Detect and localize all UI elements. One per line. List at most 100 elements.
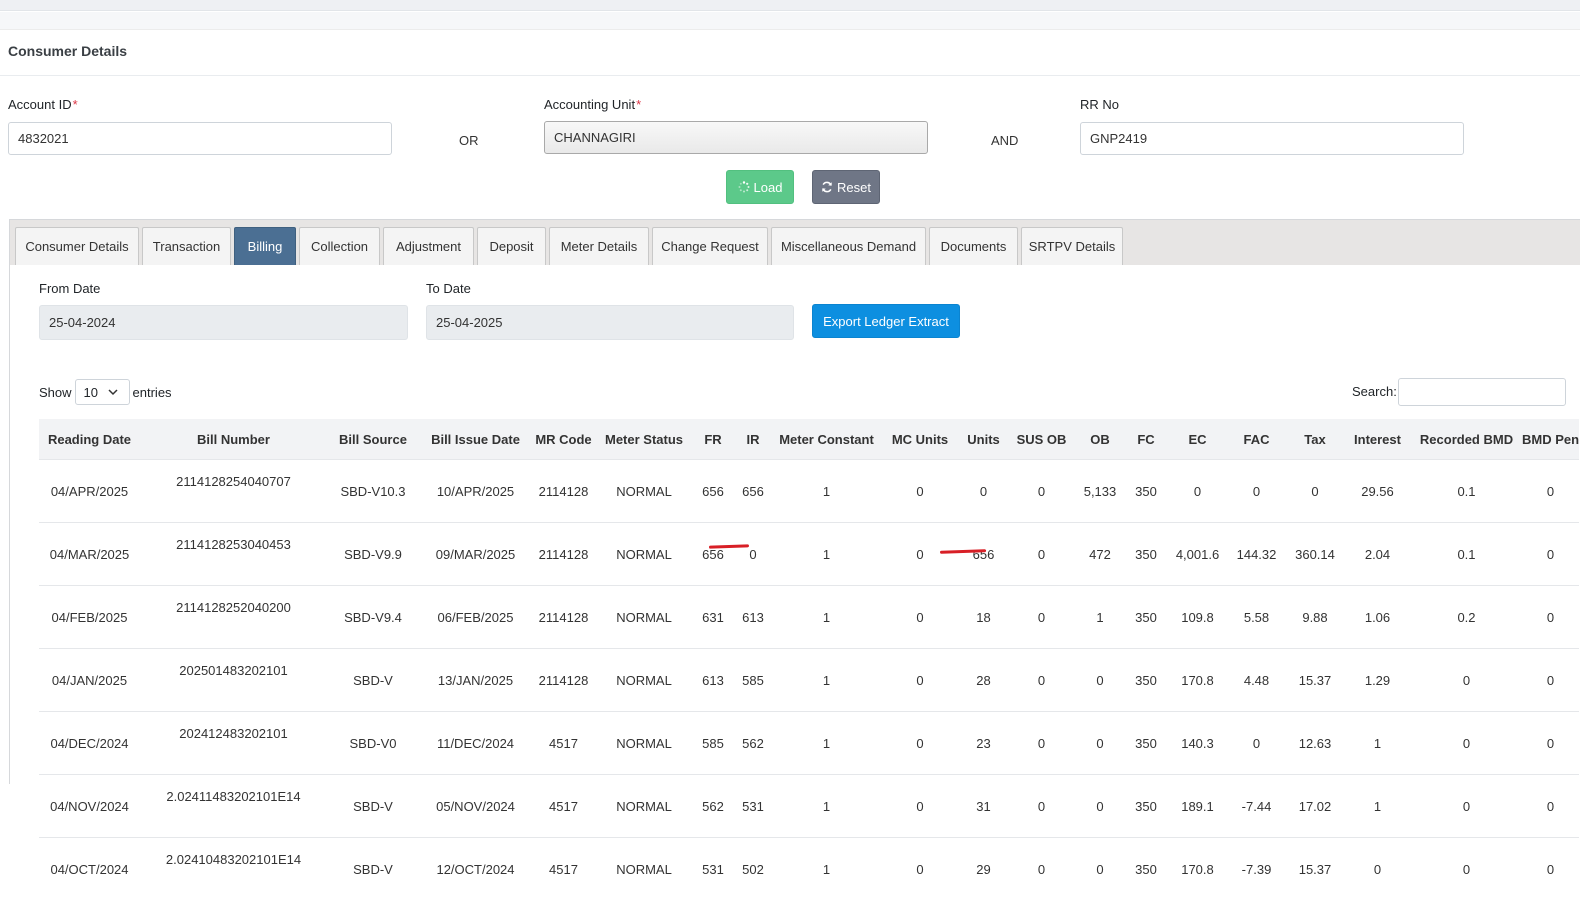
column-header[interactable]: Units [960, 419, 1007, 460]
table-cell: 350 [1124, 649, 1168, 712]
tab-documents[interactable]: Documents [929, 227, 1018, 265]
from-date-input[interactable]: 25-04-2024 [39, 305, 408, 340]
table-cell: 2114128253040453 [140, 523, 327, 586]
account-id-input[interactable]: 4832021 [8, 122, 392, 155]
table-cell: 144.32 [1227, 523, 1286, 586]
column-header[interactable]: EC [1168, 419, 1227, 460]
table-row: 04/FEB/20252114128252040200SBD-V9.406/FE… [39, 586, 1579, 649]
column-header[interactable]: BMD Pen [1522, 419, 1579, 460]
table-cell: 1.06 [1344, 586, 1411, 649]
table-cell: 562 [733, 712, 773, 775]
load-button[interactable]: Load [726, 170, 794, 204]
tab-collection[interactable]: Collection [299, 227, 380, 265]
tab-adjustment[interactable]: Adjustment [383, 227, 474, 265]
table-cell: 502 [733, 838, 773, 900]
table-cell: 109.8 [1168, 586, 1227, 649]
search-input[interactable] [1398, 378, 1566, 406]
column-header[interactable]: Bill Number [140, 419, 327, 460]
rr-no-input[interactable]: GNP2419 [1080, 122, 1464, 155]
to-date-input[interactable]: 25-04-2025 [426, 305, 794, 340]
to-date-label: To Date [426, 281, 471, 296]
reset-button[interactable]: Reset [812, 170, 880, 204]
page-length-select[interactable]: 10 [75, 379, 130, 405]
accounting-unit-select[interactable]: CHANNAGIRI [544, 121, 928, 154]
column-header[interactable]: MC Units [880, 419, 960, 460]
tab-billing[interactable]: Billing [234, 227, 296, 265]
table-cell: 0 [1227, 712, 1286, 775]
spinner-icon [738, 181, 750, 193]
table-cell: 350 [1124, 712, 1168, 775]
column-header[interactable]: Meter Constant [773, 419, 880, 460]
column-header[interactable]: Meter Status [595, 419, 693, 460]
table-row: 04/MAR/20252114128253040453SBD-V9.909/MA… [39, 523, 1579, 586]
tab-srtpv-details[interactable]: SRTPV Details [1021, 227, 1123, 265]
table-cell: 23 [960, 712, 1007, 775]
tab-deposit[interactable]: Deposit [477, 227, 546, 265]
column-header[interactable]: FR [693, 419, 733, 460]
table-cell: 15.37 [1286, 838, 1344, 900]
table-cell: 13/JAN/2025 [419, 649, 532, 712]
table-cell: 4517 [532, 838, 595, 900]
table-cell: 18 [960, 586, 1007, 649]
table-cell: 531 [693, 838, 733, 900]
table-cell: 0 [960, 460, 1007, 523]
table-cell: 0 [1522, 460, 1579, 523]
table-cell: 2.02410483202101E14 [140, 838, 327, 900]
table-cell: 1 [773, 586, 880, 649]
table-cell: 0.2 [1411, 586, 1522, 649]
table-cell: 0 [880, 838, 960, 900]
table-cell: SBD-V9.9 [327, 523, 419, 586]
column-header[interactable]: Reading Date [39, 419, 140, 460]
column-header[interactable]: Recorded BMD [1411, 419, 1522, 460]
table-cell: 1 [773, 712, 880, 775]
table-cell: 0 [1076, 649, 1124, 712]
table-cell: 0 [1522, 649, 1579, 712]
table-cell: 29.56 [1344, 460, 1411, 523]
export-ledger-button[interactable]: Export Ledger Extract [812, 304, 960, 338]
column-header[interactable]: Tax [1286, 419, 1344, 460]
page-length-value: 10 [84, 385, 98, 400]
column-header[interactable]: Interest [1344, 419, 1411, 460]
table-cell: 9.88 [1286, 586, 1344, 649]
top-band [0, 0, 1580, 11]
table-cell: 656 [693, 460, 733, 523]
page-length-control: Show 10 entries [39, 378, 172, 406]
tab-meter-details[interactable]: Meter Details [549, 227, 649, 265]
tab-transaction[interactable]: Transaction [142, 227, 231, 265]
table-cell: 0 [1007, 712, 1076, 775]
table-cell: 0 [880, 712, 960, 775]
table-cell: 12/OCT/2024 [419, 838, 532, 900]
table-cell: -7.39 [1227, 838, 1286, 900]
table-cell: 0 [1344, 838, 1411, 900]
chevron-down-icon [108, 388, 118, 396]
column-header[interactable]: Bill Issue Date [419, 419, 532, 460]
table-cell: 0 [1007, 838, 1076, 900]
table-cell: 09/MAR/2025 [419, 523, 532, 586]
column-header[interactable]: OB [1076, 419, 1124, 460]
table-cell: 06/FEB/2025 [419, 586, 532, 649]
table-cell: 0 [880, 523, 960, 586]
tab-consumer-details[interactable]: Consumer Details [15, 227, 139, 265]
table-cell: 0 [1007, 586, 1076, 649]
table-cell: 613 [733, 586, 773, 649]
table-cell: 1 [773, 649, 880, 712]
column-header[interactable]: IR [733, 419, 773, 460]
column-header[interactable]: Bill Source [327, 419, 419, 460]
table-cell: NORMAL [595, 460, 693, 523]
billing-table: Reading Date Bill Number Bill Source Bil… [39, 419, 1579, 900]
column-header[interactable]: MR Code [532, 419, 595, 460]
column-header[interactable]: FC [1124, 419, 1168, 460]
column-header[interactable]: FAC [1227, 419, 1286, 460]
tab-miscellaneous-demand[interactable]: Miscellaneous Demand [771, 227, 926, 265]
table-cell: 631 [693, 586, 733, 649]
table-cell: 170.8 [1168, 838, 1227, 900]
table-cell: 4.48 [1227, 649, 1286, 712]
table-cell: 0 [1411, 649, 1522, 712]
table-cell: 0 [1522, 523, 1579, 586]
table-cell: 0 [1007, 523, 1076, 586]
table-cell: NORMAL [595, 586, 693, 649]
tab-change-request[interactable]: Change Request [652, 227, 768, 265]
column-header[interactable]: SUS OB [1007, 419, 1076, 460]
table-cell: 0 [1168, 460, 1227, 523]
table-cell: NORMAL [595, 523, 693, 586]
